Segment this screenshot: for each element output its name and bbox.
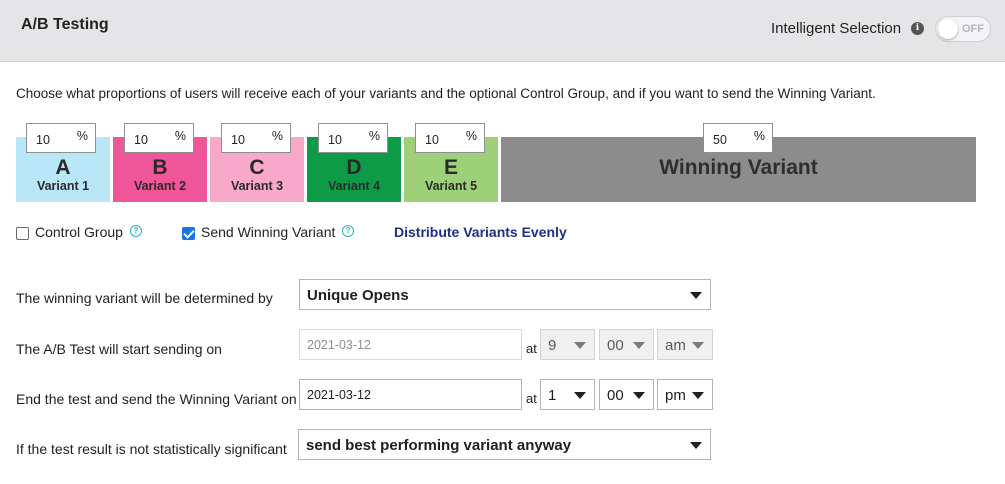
percent-sign: %: [465, 129, 477, 143]
select-value: pm: [665, 387, 686, 404]
end-test-label: End the test and send the Winning Varian…: [16, 391, 297, 407]
variant-letter: D: [346, 156, 362, 179]
variant-b-percent-input[interactable]: 10 %: [124, 123, 194, 153]
page-title: A/B Testing: [21, 16, 109, 33]
chevron-down-icon: [574, 392, 586, 399]
select-value: 1: [548, 387, 557, 404]
chevron-down-icon: [692, 342, 704, 349]
page-header: A/B Testing Intelligent Selection i OFF: [0, 0, 1005, 62]
select-value: 00: [607, 337, 624, 354]
start-hour-select[interactable]: 9: [540, 329, 595, 360]
variant-letter: A: [55, 156, 71, 179]
intelligent-selection-toggle[interactable]: OFF: [935, 16, 991, 42]
chevron-down-icon: [633, 342, 645, 349]
select-value: 9: [548, 337, 557, 354]
toggle-knob: [938, 19, 958, 39]
variant-letter: C: [249, 156, 265, 179]
variant-letter: B: [152, 156, 168, 179]
intro-text: Choose what proportions of users will re…: [16, 86, 876, 101]
at-label: at: [526, 341, 537, 356]
select-value: am: [665, 337, 686, 354]
control-group-label[interactable]: Control Group: [35, 224, 123, 240]
variant-name: Variant 2: [133, 179, 187, 193]
send-winning-help-icon[interactable]: ?: [342, 225, 354, 237]
percent-sign: %: [368, 129, 380, 143]
determined-by-label: The winning variant will be determined b…: [16, 290, 273, 306]
percent-sign: %: [753, 129, 765, 143]
chevron-down-icon: [692, 392, 704, 399]
send-winning-variant-label[interactable]: Send Winning Variant: [201, 224, 335, 240]
variant-e-percent-input[interactable]: 10 %: [415, 123, 485, 153]
end-minute-select[interactable]: 00: [599, 379, 654, 410]
start-date-input[interactable]: 2021-03-12: [299, 329, 522, 360]
variant-name: Variant 4: [327, 179, 381, 193]
control-group-help-icon[interactable]: ?: [130, 225, 142, 237]
percent-sign: %: [174, 129, 186, 143]
winning-variant-label: Winning Variant: [659, 156, 818, 179]
start-sending-label: The A/B Test will start sending on: [16, 341, 222, 357]
winning-metric-select[interactable]: Unique Opens: [299, 279, 711, 310]
percent-value: 50: [713, 133, 727, 147]
end-hour-select[interactable]: 1: [540, 379, 595, 410]
at-label: at: [526, 391, 537, 406]
variant-name: Variant 1: [36, 179, 90, 193]
winning-variant-percent-input[interactable]: 50 %: [703, 123, 773, 153]
chevron-down-icon: [690, 442, 702, 449]
percent-value: 10: [328, 133, 342, 147]
not-significant-label: If the test result is not statistically …: [16, 441, 287, 457]
percent-value: 10: [36, 133, 50, 147]
chevron-down-icon: [690, 292, 702, 299]
variant-d-percent-input[interactable]: 10 %: [318, 123, 388, 153]
intelligent-selection-label: Intelligent Selection: [771, 20, 902, 37]
start-minute-select[interactable]: 00: [599, 329, 654, 360]
variant-letter: E: [443, 156, 458, 179]
variant-name: Variant 5: [424, 179, 478, 193]
not-significant-action-select[interactable]: send best performing variant anyway: [298, 429, 711, 460]
select-value: 00: [607, 387, 624, 404]
select-value: Unique Opens: [307, 287, 409, 304]
percent-value: 10: [231, 133, 245, 147]
control-group-checkbox[interactable]: [16, 227, 29, 240]
variant-a-percent-input[interactable]: 10 %: [26, 123, 96, 153]
end-date-input[interactable]: 2021-03-12: [299, 379, 522, 410]
date-value: 2021-03-12: [307, 388, 371, 402]
percent-sign: %: [76, 129, 88, 143]
percent-value: 10: [134, 133, 148, 147]
end-ampm-select[interactable]: pm: [657, 379, 713, 410]
variant-name: Variant 3: [230, 179, 284, 193]
date-value: 2021-03-12: [307, 338, 371, 352]
percent-sign: %: [271, 129, 283, 143]
distribute-evenly-link[interactable]: Distribute Variants Evenly: [394, 224, 567, 240]
percent-value: 10: [425, 133, 439, 147]
info-icon[interactable]: i: [911, 22, 924, 35]
select-value: send best performing variant anyway: [306, 437, 572, 454]
start-ampm-select[interactable]: am: [657, 329, 713, 360]
send-winning-variant-checkbox[interactable]: [182, 227, 195, 240]
chevron-down-icon: [633, 392, 645, 399]
toggle-state-text: OFF: [962, 23, 984, 35]
variant-c-percent-input[interactable]: 10 %: [221, 123, 291, 153]
chevron-down-icon: [574, 342, 586, 349]
